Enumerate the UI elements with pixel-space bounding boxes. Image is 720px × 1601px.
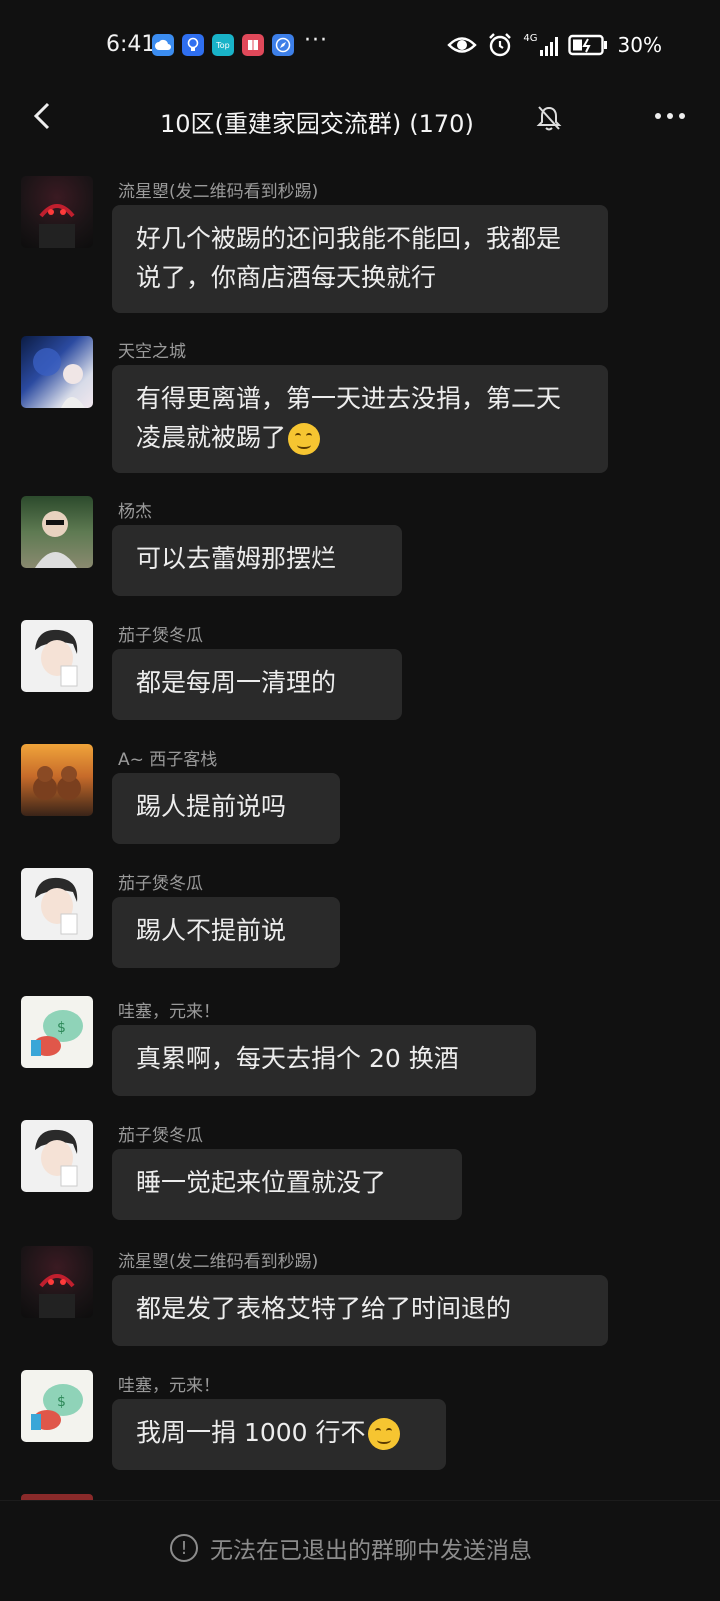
exclamation-icon: !	[170, 1534, 198, 1562]
status-bar: 6:41 Top ··· 4G 30%	[0, 0, 720, 88]
smirk-emoji-icon	[367, 1418, 400, 1450]
message-bubble[interactable]: 真累啊，每天去捐个 20 换酒	[112, 1025, 536, 1096]
message-text: 踢人提前说吗	[136, 792, 287, 821]
message-bubble[interactable]: 踢人提前说吗	[112, 773, 340, 844]
message-text: 可以去蕾姆那摆烂	[136, 544, 337, 573]
avatar[interactable]	[21, 496, 93, 568]
eye-icon	[447, 37, 478, 53]
avatar[interactable]	[21, 620, 93, 692]
message-bubble[interactable]: 睡一觉起来位置就没了	[112, 1149, 462, 1220]
top-app-icon: Top	[212, 34, 234, 56]
avatar[interactable]	[21, 176, 93, 248]
compass-app-icon	[272, 34, 294, 56]
message-text: 睡一觉起来位置就没了	[136, 1168, 387, 1197]
bulb-app-icon	[182, 34, 204, 56]
avatar[interactable]: $	[21, 996, 93, 1068]
signal-icon: 4G	[523, 33, 558, 56]
mute-bell-icon	[536, 106, 562, 131]
smirk-emoji-icon	[288, 423, 321, 455]
message-bubble[interactable]: 踢人不提前说	[112, 897, 340, 968]
sender-name: 天空之城	[118, 342, 186, 362]
system-status: 4G 30%	[447, 32, 662, 58]
message-bubble[interactable]: 我周一捐 1000 行不	[112, 1399, 446, 1470]
avatar[interactable]	[21, 1120, 93, 1192]
message-text: 踢人不提前说	[136, 916, 287, 945]
sender-name: A~ 西子客栈	[118, 750, 218, 770]
back-arrow-icon[interactable]	[24, 96, 64, 136]
message-text: 真累啊，每天去捐个 20 换酒	[136, 1044, 459, 1073]
message-text: 我周一捐 1000 行不	[136, 1418, 366, 1447]
chat-header: 10区(重建家园交流群) (170)	[0, 90, 720, 146]
status-time: 6:41	[106, 32, 156, 57]
notice-text: 无法在已退出的群聊中发送消息	[210, 1538, 532, 1564]
avatar[interactable]	[21, 744, 93, 816]
message-bubble[interactable]: 可以去蕾姆那摆烂	[112, 525, 402, 596]
message-text: 都是发了表格艾特了给了时间退的	[136, 1294, 512, 1323]
avatar[interactable]	[21, 1246, 93, 1318]
cloud-app-icon	[152, 34, 174, 56]
sender-name: 茄子煲冬瓜	[118, 1126, 203, 1146]
left-group-notice: ! 无法在已退出的群聊中发送消息	[170, 1531, 532, 1565]
message-bubble[interactable]: 都是每周一清理的	[112, 649, 402, 720]
message-text: 都是每周一清理的	[136, 668, 337, 697]
svg-text:$: $	[57, 1020, 66, 1036]
message-bubble[interactable]: 都是发了表格艾特了给了时间退的	[112, 1275, 608, 1346]
avatar[interactable]	[21, 868, 93, 940]
sender-name: 茄子煲冬瓜	[118, 874, 203, 894]
message-text: 好几个被踢的还问我能不能回，我都是说了，你商店酒每天换就行	[136, 224, 562, 292]
group-name: 10区(重建家园交流群)	[160, 110, 402, 138]
more-options-icon[interactable]	[650, 102, 690, 130]
sender-name: 流星曌(发二维码看到秒踢)	[118, 182, 319, 202]
more-notifications-icon: ···	[304, 28, 328, 53]
avatar[interactable]	[21, 336, 93, 408]
message-bubble[interactable]: 有得更离谱，第一天进去没捐，第二天凌晨就被踢了	[112, 365, 608, 473]
alarm-icon	[489, 33, 512, 57]
sender-name: 杨杰	[118, 502, 152, 522]
battery-percent: 30%	[617, 33, 662, 57]
battery-icon	[567, 34, 607, 56]
chat-title: 10区(重建家园交流群) (170)	[160, 104, 474, 139]
sender-name: 哇塞，元来！	[118, 1376, 220, 1396]
sender-name: 哇塞，元来！	[118, 1002, 220, 1022]
notification-icons: Top	[152, 34, 294, 56]
sender-name: 茄子煲冬瓜	[118, 626, 203, 646]
input-disabled-bar: ! 无法在已退出的群聊中发送消息	[0, 1500, 720, 1601]
sender-name: 流星曌(发二维码看到秒踢)	[118, 1252, 319, 1272]
book-app-icon	[242, 34, 264, 56]
message-bubble[interactable]: 好几个被踢的还问我能不能回，我都是说了，你商店酒每天换就行	[112, 205, 608, 313]
svg-text:$: $	[57, 1394, 66, 1410]
network-type: 4G	[523, 33, 538, 44]
member-count: (170)	[409, 110, 474, 138]
message-text: 有得更离谱，第一天进去没捐，第二天凌晨就被踢了	[136, 384, 562, 452]
avatar[interactable]: $	[21, 1370, 93, 1442]
